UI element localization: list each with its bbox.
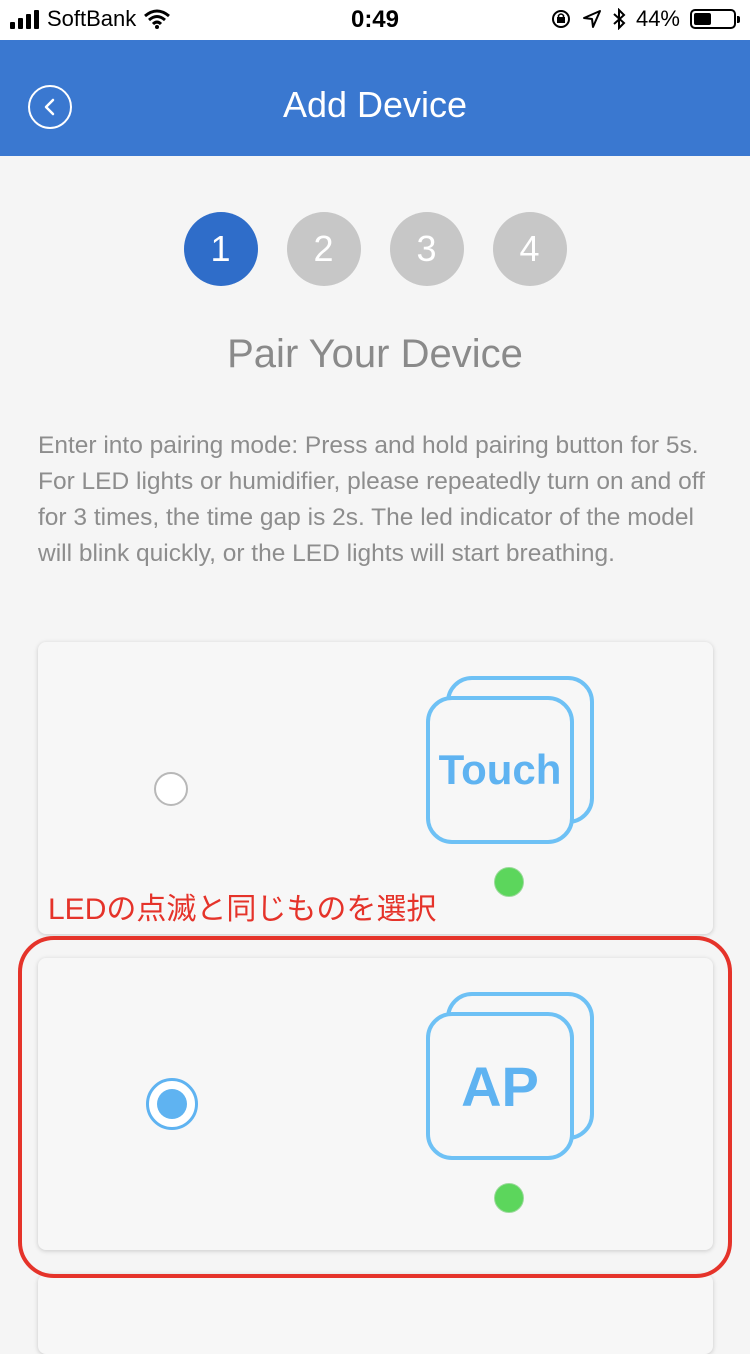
battery-fill bbox=[694, 13, 711, 25]
orientation-lock-icon bbox=[551, 10, 570, 28]
annotation-highlight-box bbox=[18, 936, 732, 1278]
step-2: 2 bbox=[286, 212, 361, 286]
navigation-bar: Add Device bbox=[0, 40, 750, 156]
mode-option-partial[interactable] bbox=[38, 1274, 713, 1354]
led-indicator-icon bbox=[494, 867, 524, 897]
status-right: 44% bbox=[550, 6, 740, 32]
step-indicator: 1 2 3 4 bbox=[0, 212, 750, 286]
bluetooth-icon bbox=[613, 8, 626, 30]
step-1: 1 bbox=[183, 212, 258, 286]
annotation-label: LEDの点滅と同じものを選択 bbox=[48, 884, 443, 928]
pairing-instructions: Enter into pairing mode: Press and hold … bbox=[38, 432, 705, 567]
touch-mode-label: Touch bbox=[426, 696, 574, 844]
step-3: 3 bbox=[389, 212, 464, 286]
touch-radio-button[interactable] bbox=[154, 772, 188, 806]
page-title: Pair Your Device bbox=[227, 332, 523, 376]
status-bar: SoftBank 0:49 44% bbox=[0, 0, 750, 40]
battery-icon bbox=[690, 9, 740, 29]
page-header-title: Add Device bbox=[282, 84, 468, 125]
battery-percentage: 44% bbox=[635, 6, 680, 31]
location-arrow-icon bbox=[582, 10, 601, 28]
step-4: 4 bbox=[492, 212, 567, 286]
